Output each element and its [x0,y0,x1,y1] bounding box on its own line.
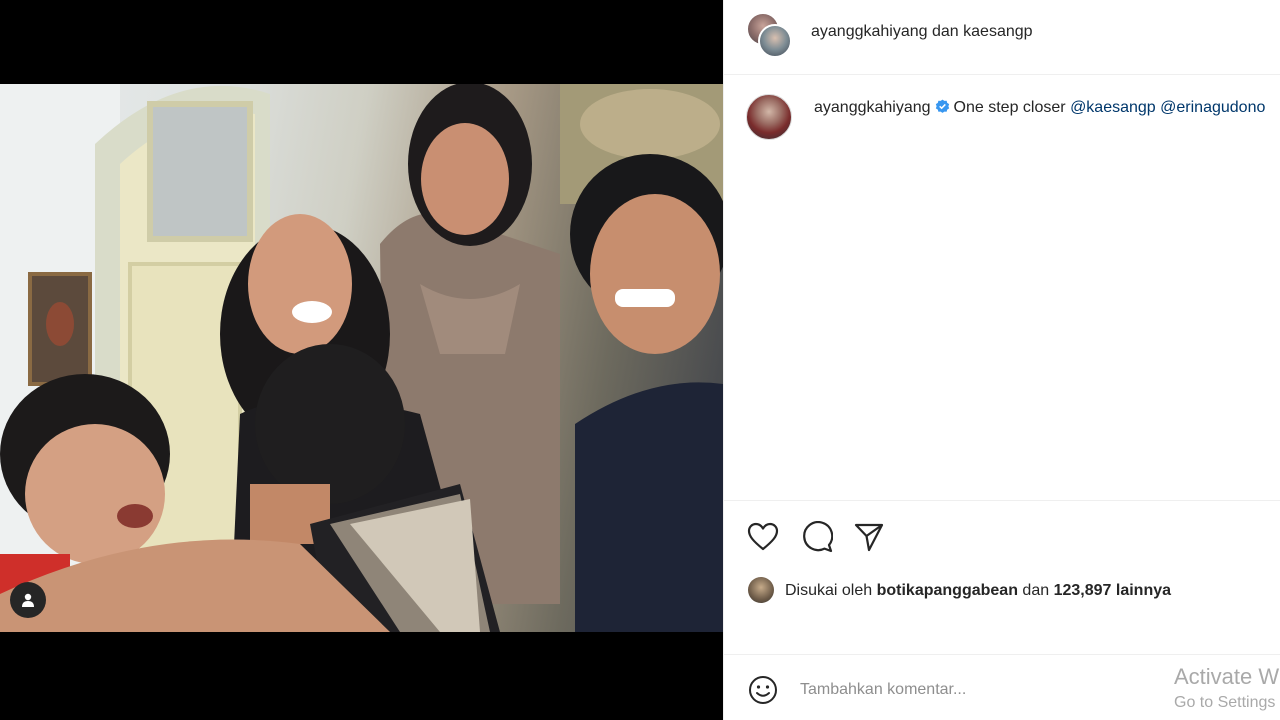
caption-mention-link[interactable]: @kaesangp [1070,99,1156,116]
comment-input[interactable] [800,677,1150,703]
post-details-pane: ayanggkahiyang dan kaesangp ayanggkahiya… [723,0,1280,720]
caption-mention-link[interactable]: @erinagudono [1160,99,1265,116]
likes-summary: Disukai oleh botikapanggabean dan 123,89… [748,576,1278,606]
likes-joiner: dan [1022,582,1050,599]
user-tag-button[interactable] [10,582,46,618]
caption-row: ayanggkahiyang One step closer @kaesangp… [746,94,1280,144]
comment-divider [724,654,1280,655]
likes-count[interactable]: 123,897 [1054,582,1112,599]
header-username-2[interactable]: kaesangp [963,23,1032,40]
caption-username[interactable]: ayanggkahiyang [814,99,931,116]
caption-text: ayanggkahiyang One step closer @kaesangp… [814,99,1265,117]
header-joiner: dan [932,23,959,40]
collab-avatar-stack[interactable] [746,12,792,58]
avatar[interactable] [758,24,792,58]
likes-text: Disukai oleh botikapanggabean dan 123,89… [785,582,1171,600]
like-button[interactable] [746,520,780,554]
post-photo[interactable] [0,84,723,632]
user-tag-icon [22,593,34,607]
watermark-line-2: Go to Settings to activate Windows. [1174,694,1280,711]
header-username-1[interactable]: ayanggkahiyang [811,23,928,40]
likes-prefix: Disukai oleh [785,582,873,599]
post-media-pane [0,0,723,720]
avatar[interactable] [746,94,792,140]
avatar[interactable] [748,577,774,603]
emoji-button[interactable] [746,673,780,707]
windows-activation-watermark: Activate Windows Go to Settings to activ… [1174,664,1280,720]
post-header-usernames: ayanggkahiyang dan kaesangp [811,23,1033,41]
comment-icon [803,521,833,553]
heart-icon [747,522,779,551]
likes-suffix[interactable]: lainnya [1116,582,1171,599]
likes-username[interactable]: botikapanggabean [877,582,1018,599]
verified-badge-icon [935,99,949,113]
send-icon [854,523,884,552]
actions-divider [724,500,1280,501]
watermark-line-1: Activate Windows [1174,664,1280,689]
caption-body: One step closer [953,99,1066,116]
comment-button[interactable] [800,520,834,554]
post-header: ayanggkahiyang dan kaesangp [724,0,1280,75]
photo-illustration [0,84,723,632]
share-button[interactable] [852,520,886,554]
emoji-smile-icon [749,676,777,704]
